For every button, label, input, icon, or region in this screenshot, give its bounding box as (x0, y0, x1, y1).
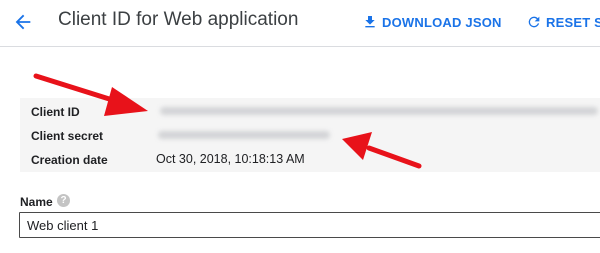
reset-secret-label: RESET SE (546, 14, 600, 30)
page-title: Client ID for Web application (58, 9, 299, 30)
page-header: Client ID for Web application DOWNLOAD J… (0, 0, 600, 47)
client-secret-redacted-value (158, 131, 330, 139)
help-icon[interactable]: ? (57, 194, 70, 207)
back-arrow-icon[interactable] (12, 11, 34, 33)
client-id-redacted-value (160, 107, 598, 115)
refresh-icon (528, 16, 540, 28)
creation-date-value: Oct 30, 2018, 10:18:13 AM (156, 152, 305, 166)
client-id-row: Client ID (20, 99, 600, 123)
download-json-button[interactable]: DOWNLOAD JSON (362, 12, 502, 32)
reset-secret-button[interactable]: RESET SE (526, 12, 600, 32)
creation-date-row: Creation date Oct 30, 2018, 10:18:13 AM (20, 147, 600, 171)
client-id-label: Client ID (31, 105, 80, 119)
client-details-table: Client ID Client secret Creation date Oc… (20, 98, 600, 172)
client-secret-row: Client secret (20, 123, 600, 147)
name-field-label: Name (20, 195, 53, 209)
name-input[interactable] (19, 212, 600, 238)
download-json-label: DOWNLOAD JSON (382, 14, 502, 30)
creation-date-label: Creation date (31, 153, 108, 167)
download-icon (365, 16, 375, 28)
client-secret-label: Client secret (31, 129, 104, 143)
